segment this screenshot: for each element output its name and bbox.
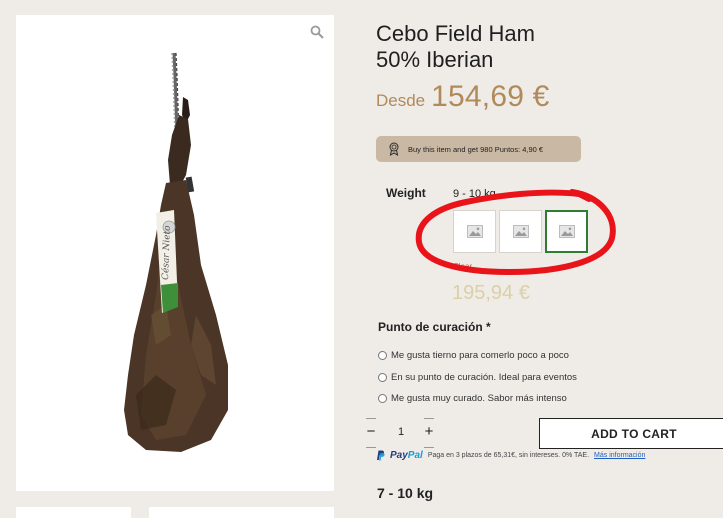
quantity-input[interactable]: 1 — [394, 426, 408, 438]
paypal-p-icon — [377, 450, 385, 461]
weight-swatch-option[interactable] — [453, 210, 496, 253]
curing-option-label: Me gusta muy curado. Sabor más intenso — [391, 393, 567, 404]
gallery-thumbnail[interactable] — [149, 507, 334, 518]
price-prefix: Desde — [376, 91, 426, 110]
radio-button[interactable] — [378, 351, 387, 360]
stepper-divider — [366, 418, 376, 419]
image-placeholder-icon — [466, 225, 483, 238]
award-ribbon-icon — [389, 142, 399, 156]
paypal-more-info-link[interactable]: Más información — [594, 452, 645, 459]
quantity-increase-button[interactable]: + — [422, 424, 436, 440]
price-value: 154,69 € — [431, 80, 550, 113]
product-price: Desde 154,69 € — [376, 80, 550, 114]
curing-option-label: En su punto de curación. Ideal para even… — [391, 372, 577, 383]
product-title: Cebo Field Ham 50% Iberian — [376, 21, 616, 73]
variant-heading: 7 - 10 kg — [377, 485, 434, 501]
product-title-line: 50% Iberian — [376, 47, 494, 72]
ham-product-image: César Nieto — [124, 52, 228, 452]
curing-option-label: Me gusta tierno para comerlo poco a poco — [391, 350, 569, 361]
paypal-logo-pay: Pay — [390, 450, 408, 461]
variant-price: 195,94 € — [452, 282, 530, 304]
stepper-divider — [424, 418, 434, 419]
gallery-thumbnail[interactable] — [16, 507, 131, 518]
curing-point-label: Punto de curación * — [378, 320, 491, 334]
curing-option[interactable]: Me gusta tierno para comerlo poco a poco — [378, 350, 569, 361]
paypal-logo-pal: Pal — [407, 450, 423, 461]
quantity-decrease-button[interactable]: − — [364, 424, 378, 440]
svg-text:César Nieto: César Nieto — [160, 225, 173, 280]
weight-label: Weight — [386, 186, 426, 200]
stepper-divider — [366, 447, 376, 448]
image-placeholder-icon — [512, 225, 529, 238]
clear-selection-link[interactable]: Clear — [453, 262, 472, 271]
radio-button[interactable] — [378, 373, 387, 382]
points-badge-text: Buy this item and get 980 Puntos: 4,90 € — [408, 144, 544, 154]
loyalty-points-badge: Buy this item and get 980 Puntos: 4,90 € — [376, 136, 581, 162]
weight-swatch-option[interactable] — [499, 210, 542, 253]
product-title-line: Cebo Field Ham — [376, 21, 535, 46]
image-placeholder-icon — [558, 225, 575, 238]
paypal-installment-text: Paga en 3 plazos de 65,31€, sin interese… — [427, 452, 590, 459]
add-to-cart-button[interactable]: ADD TO CART — [539, 418, 723, 449]
weight-selected-value: 9 - 10 kg — [453, 188, 496, 200]
radio-button[interactable] — [378, 394, 387, 403]
quantity-stepper[interactable]: − 1 + — [364, 418, 440, 448]
paypal-logo: PayPal — [390, 450, 423, 461]
paypal-installments: PayPal Paga en 3 plazos de 65,31€, sin i… — [376, 450, 645, 461]
stepper-divider — [424, 447, 434, 448]
product-image-gallery[interactable]: César Nieto — [16, 15, 334, 491]
gallery-thumbnails — [16, 507, 334, 518]
weight-swatch-option-selected[interactable] — [545, 210, 588, 253]
curing-option[interactable]: En su punto de curación. Ideal para even… — [378, 372, 577, 383]
curing-option[interactable]: Me gusta muy curado. Sabor más intenso — [378, 393, 567, 404]
